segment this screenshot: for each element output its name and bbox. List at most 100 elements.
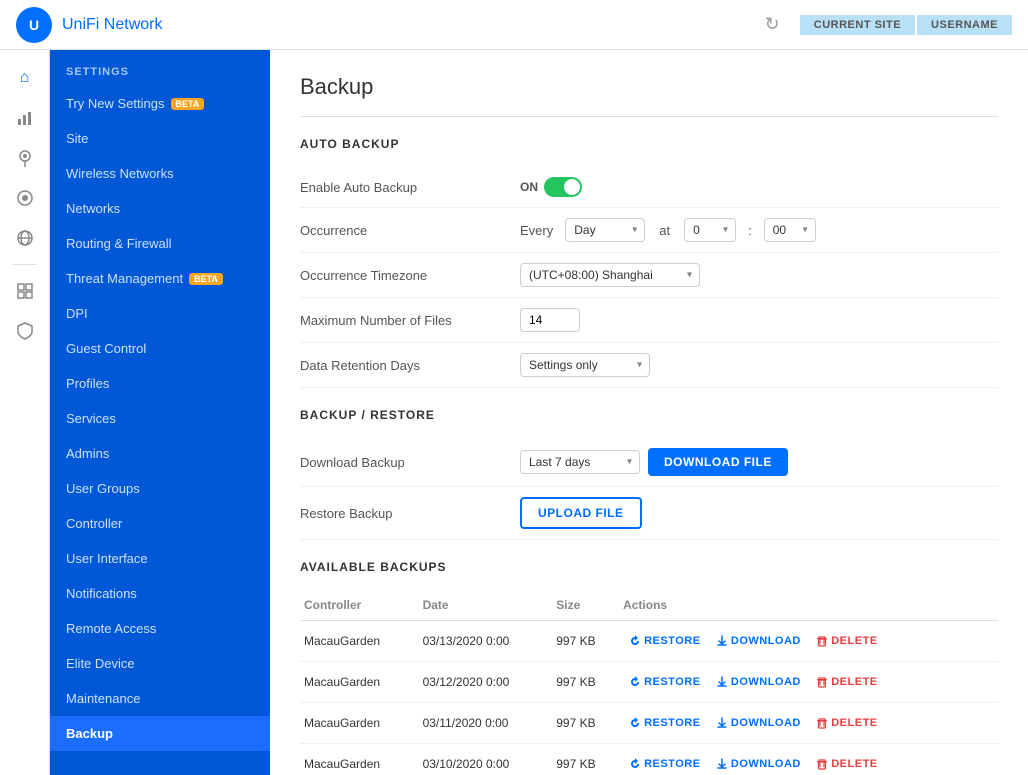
sidebar-item-user-groups[interactable]: User Groups — [50, 471, 270, 506]
download-button[interactable]: DOWNLOAD — [710, 754, 807, 774]
topbar: U UniFi Network ↻ CURRENT SITE USERNAME — [0, 0, 1028, 50]
cell-controller: MacauGarden — [300, 662, 419, 703]
download-button[interactable]: DOWNLOAD — [710, 631, 807, 651]
enable-auto-backup-row: Enable Auto Backup ON — [300, 167, 998, 208]
current-site-label: CURRENT SITE — [800, 15, 915, 35]
sidebar-item-remote-access[interactable]: Remote Access — [50, 611, 270, 646]
data-retention-row: Data Retention Days Settings only 1 Day … — [300, 343, 998, 388]
sidebar-icon-devices[interactable] — [7, 180, 43, 216]
sidebar-item-try-new-settings[interactable]: Try New SettingsBETA — [50, 86, 270, 121]
sidebar-icon-home[interactable]: ⌂ — [7, 60, 43, 96]
sidebar-item-threat-management[interactable]: Threat ManagementBETA — [50, 261, 270, 296]
cell-size: 997 KB — [552, 621, 619, 662]
sidebar-icon-grid[interactable] — [7, 273, 43, 309]
sidebar-item-site[interactable]: Site — [50, 121, 270, 156]
available-backups-section: AVAILABLE BACKUPS Controller Date Size A… — [300, 560, 998, 775]
timezone-row: Occurrence Timezone (UTC+08:00) Shanghai — [300, 253, 998, 298]
data-retention-control: Settings only 1 Day 7 Days 30 Days — [520, 353, 650, 377]
col-date: Date — [419, 590, 553, 621]
sidebar-item-profiles[interactable]: Profiles — [50, 366, 270, 401]
cell-controller: MacauGarden — [300, 744, 419, 775]
restore-button[interactable]: RESTORE — [623, 672, 706, 692]
page-title: Backup — [300, 74, 998, 100]
data-retention-select[interactable]: Settings only 1 Day 7 Days 30 Days — [520, 353, 650, 377]
sync-icon[interactable]: ↻ — [765, 14, 780, 35]
download-file-button[interactable]: DOWNLOAD FILE — [648, 448, 788, 476]
sidebar-icon-stats[interactable] — [7, 100, 43, 136]
delete-button[interactable]: DELETE — [810, 672, 883, 692]
sidebar-item-services[interactable]: Services — [50, 401, 270, 436]
delete-button[interactable]: DELETE — [810, 754, 883, 774]
delete-button[interactable]: DELETE — [810, 631, 883, 651]
occurrence-at-text: at — [659, 223, 670, 238]
timezone-label: Occurrence Timezone — [300, 268, 520, 283]
occurrence-row: Occurrence Every Day Week Month at 01234… — [300, 208, 998, 253]
cell-date: 03/10/2020 0:00 — [419, 744, 553, 775]
sidebar-item-maintenance[interactable]: Maintenance — [50, 681, 270, 716]
cell-date: 03/13/2020 0:00 — [419, 621, 553, 662]
sidebar-item-notifications[interactable]: Notifications — [50, 576, 270, 611]
icon-sidebar-divider — [13, 264, 37, 265]
app-title: UniFi Network — [62, 16, 162, 34]
icon-sidebar: ⌂ — [0, 50, 50, 775]
cell-size: 997 KB — [552, 703, 619, 744]
data-retention-wrapper[interactable]: Settings only 1 Day 7 Days 30 Days — [520, 353, 650, 377]
sidebar-item-wireless-networks[interactable]: Wireless Networks — [50, 156, 270, 191]
main-layout: ⌂ SETTINGS Try New SettingsBETASiteWirel… — [0, 50, 1028, 775]
enable-auto-backup-control: ON — [520, 177, 582, 197]
toggle-on-label: ON — [520, 180, 538, 194]
toggle-knob — [564, 179, 580, 195]
timezone-wrapper[interactable]: (UTC+08:00) Shanghai — [520, 263, 700, 287]
available-backups-title: AVAILABLE BACKUPS — [300, 560, 998, 574]
max-files-row: Maximum Number of Files — [300, 298, 998, 343]
delete-button[interactable]: DELETE — [810, 713, 883, 733]
occurrence-minute-select[interactable]: 00153045 — [764, 218, 816, 242]
sidebar-icon-topology[interactable] — [7, 220, 43, 256]
max-files-input[interactable] — [520, 308, 580, 332]
download-period-wrapper[interactable]: Last 7 days Last 14 days Last 30 days — [520, 450, 640, 474]
username-label: USERNAME — [917, 15, 1012, 35]
occurrence-minute-wrapper[interactable]: 00153045 — [764, 218, 816, 242]
occurrence-hour-select[interactable]: 01234 56789 101112 — [684, 218, 736, 242]
auto-backup-title: AUTO BACKUP — [300, 137, 998, 151]
restore-button[interactable]: RESTORE — [623, 754, 706, 774]
section-divider — [300, 116, 998, 117]
sidebar-item-controller[interactable]: Controller — [50, 506, 270, 541]
cell-controller: MacauGarden — [300, 703, 419, 744]
sidebar-item-networks[interactable]: Networks — [50, 191, 270, 226]
upload-file-button[interactable]: UPLOAD FILE — [520, 497, 642, 529]
sidebar-item-guest-control[interactable]: Guest Control — [50, 331, 270, 366]
sidebar-item-routing--firewall[interactable]: Routing & Firewall — [50, 226, 270, 261]
logo: U — [16, 7, 52, 43]
sidebar-item-user-interface[interactable]: User Interface — [50, 541, 270, 576]
occurrence-control: Every Day Week Month at 01234 56789 1011… — [520, 218, 816, 242]
sidebar-icon-location[interactable] — [7, 140, 43, 176]
occurrence-day-wrapper[interactable]: Day Week Month — [565, 218, 645, 242]
restore-button[interactable]: RESTORE — [623, 713, 706, 733]
occurrence-day-select[interactable]: Day Week Month — [565, 218, 645, 242]
timezone-select[interactable]: (UTC+08:00) Shanghai — [520, 263, 700, 287]
download-button[interactable]: DOWNLOAD — [710, 672, 807, 692]
auto-backup-toggle[interactable] — [544, 177, 582, 197]
site-info: CURRENT SITE USERNAME — [800, 15, 1012, 35]
restore-button[interactable]: RESTORE — [623, 631, 706, 651]
download-button[interactable]: DOWNLOAD — [710, 713, 807, 733]
sidebar-icon-shield[interactable] — [7, 313, 43, 349]
table-row: MacauGarden 03/11/2020 0:00 997 KB RESTO… — [300, 703, 998, 744]
download-period-select[interactable]: Last 7 days Last 14 days Last 30 days — [520, 450, 640, 474]
restore-backup-control: UPLOAD FILE — [520, 497, 642, 529]
sidebar-item-elite-device[interactable]: Elite Device — [50, 646, 270, 681]
table-row: MacauGarden 03/10/2020 0:00 997 KB RESTO… — [300, 744, 998, 775]
cell-controller: MacauGarden — [300, 621, 419, 662]
col-actions: Actions — [619, 590, 998, 621]
cell-actions: RESTORE DOWNLOAD DELETE — [619, 744, 998, 775]
topbar-right: ↻ CURRENT SITE USERNAME — [765, 14, 1012, 35]
table-row: MacauGarden 03/12/2020 0:00 997 KB RESTO… — [300, 662, 998, 703]
occurrence-hour-wrapper[interactable]: 01234 56789 101112 — [684, 218, 736, 242]
table-header-row: Controller Date Size Actions — [300, 590, 998, 621]
sidebar-item-admins[interactable]: Admins — [50, 436, 270, 471]
colon-separator: : — [748, 223, 752, 238]
toggle-wrap: ON — [520, 177, 582, 197]
sidebar-item-backup[interactable]: Backup — [50, 716, 270, 751]
sidebar-item-dpi[interactable]: DPI — [50, 296, 270, 331]
